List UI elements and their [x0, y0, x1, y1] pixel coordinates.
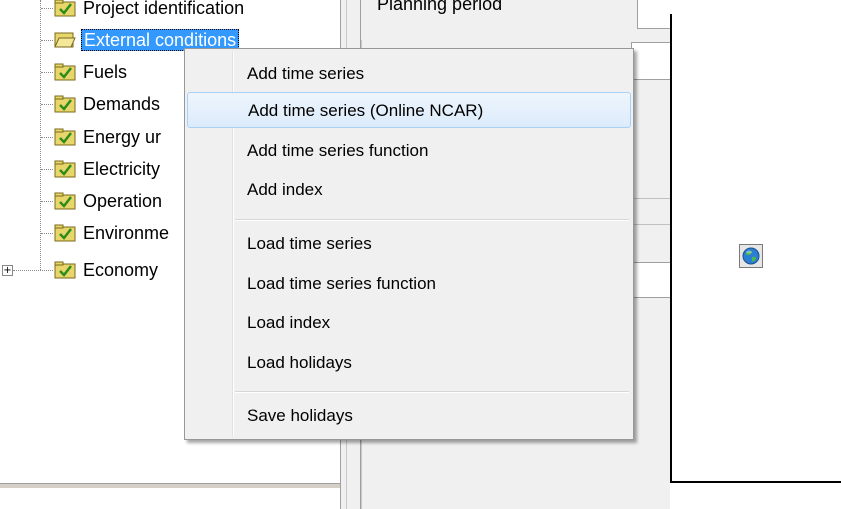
menu-item-load-time-series-function[interactable]: Load time series function: [187, 266, 631, 302]
folder-check-icon: [54, 192, 76, 210]
menu-item-load-index[interactable]: Load index: [187, 305, 631, 341]
menu-item-load-time-series[interactable]: Load time series: [187, 226, 631, 262]
tree-item-label: Environme: [83, 223, 170, 243]
planning-period-field[interactable]: [637, 0, 671, 29]
menu-item-label: Load holidays: [247, 353, 352, 372]
folder-check-icon: [54, 160, 76, 178]
tree-panel-bottom-border: [0, 483, 340, 488]
form-input-field[interactable]: [631, 262, 670, 298]
menu-item-label: Save holidays: [247, 406, 353, 425]
tree-connector-branch: [41, 104, 53, 105]
folder-check-icon: [54, 63, 76, 81]
menu-item-label: Load index: [247, 313, 331, 332]
folder-check-icon: [54, 261, 76, 279]
tree-item-label: Fuels: [83, 62, 128, 82]
context-menu: Add time series Add time series (Online …: [184, 48, 634, 440]
tree-connector-branch: [41, 137, 53, 138]
folder-check-icon: [54, 0, 76, 17]
menu-item-label: Add index: [247, 180, 323, 199]
menu-item-add-time-series-online-ncar[interactable]: Add time series (Online NCAR): [187, 92, 631, 128]
preview-panel: [670, 14, 841, 483]
menu-item-save-holidays[interactable]: Save holidays: [187, 398, 631, 434]
tree-item-label: Economy: [83, 260, 159, 280]
menu-item-add-index[interactable]: Add index: [187, 172, 631, 208]
tree-connector-branch: [41, 72, 53, 73]
tree-item-label: Demands: [83, 94, 161, 114]
tree-connector-branch: [41, 8, 53, 9]
menu-item-load-holidays[interactable]: Load holidays: [187, 345, 631, 381]
tree-connector-branch: [41, 201, 53, 202]
menu-item-label: Add time series: [247, 64, 365, 83]
tree-connector-branch: [13, 270, 53, 271]
planning-period-label: Planning period: [377, 0, 503, 14]
menu-item-label: Add time series function: [247, 141, 429, 160]
application-window: + Project identification External condit…: [0, 0, 841, 509]
tree-connector-branch: [41, 169, 53, 170]
folder-check-icon: [54, 128, 76, 146]
tree-expand-toggle[interactable]: +: [2, 265, 13, 276]
menu-item-add-time-series[interactable]: Add time series: [187, 56, 631, 92]
menu-item-label: Load time series: [247, 234, 372, 253]
folder-check-icon: [54, 95, 76, 113]
globe-icon: [742, 247, 760, 265]
menu-separator: [235, 219, 629, 221]
tree-connector-branch: [41, 40, 53, 41]
tree-item-label: Operation: [83, 191, 163, 211]
tree-item-label: Energy ur: [83, 127, 162, 147]
menu-separator: [235, 391, 629, 393]
tree-item-label: Electricity: [83, 159, 161, 179]
menu-item-label: Load time series function: [247, 274, 436, 293]
tree-item-label: Project identification: [83, 0, 245, 18]
folder-open-icon: [54, 32, 76, 48]
menu-item-label: Add time series (Online NCAR): [248, 101, 484, 120]
menu-item-add-time-series-function[interactable]: Add time series function: [187, 133, 631, 169]
online-globe-button[interactable]: [739, 244, 763, 268]
form-input-field[interactable]: [631, 42, 670, 80]
tree-connector-branch: [41, 233, 53, 234]
folder-check-icon: [54, 224, 76, 242]
